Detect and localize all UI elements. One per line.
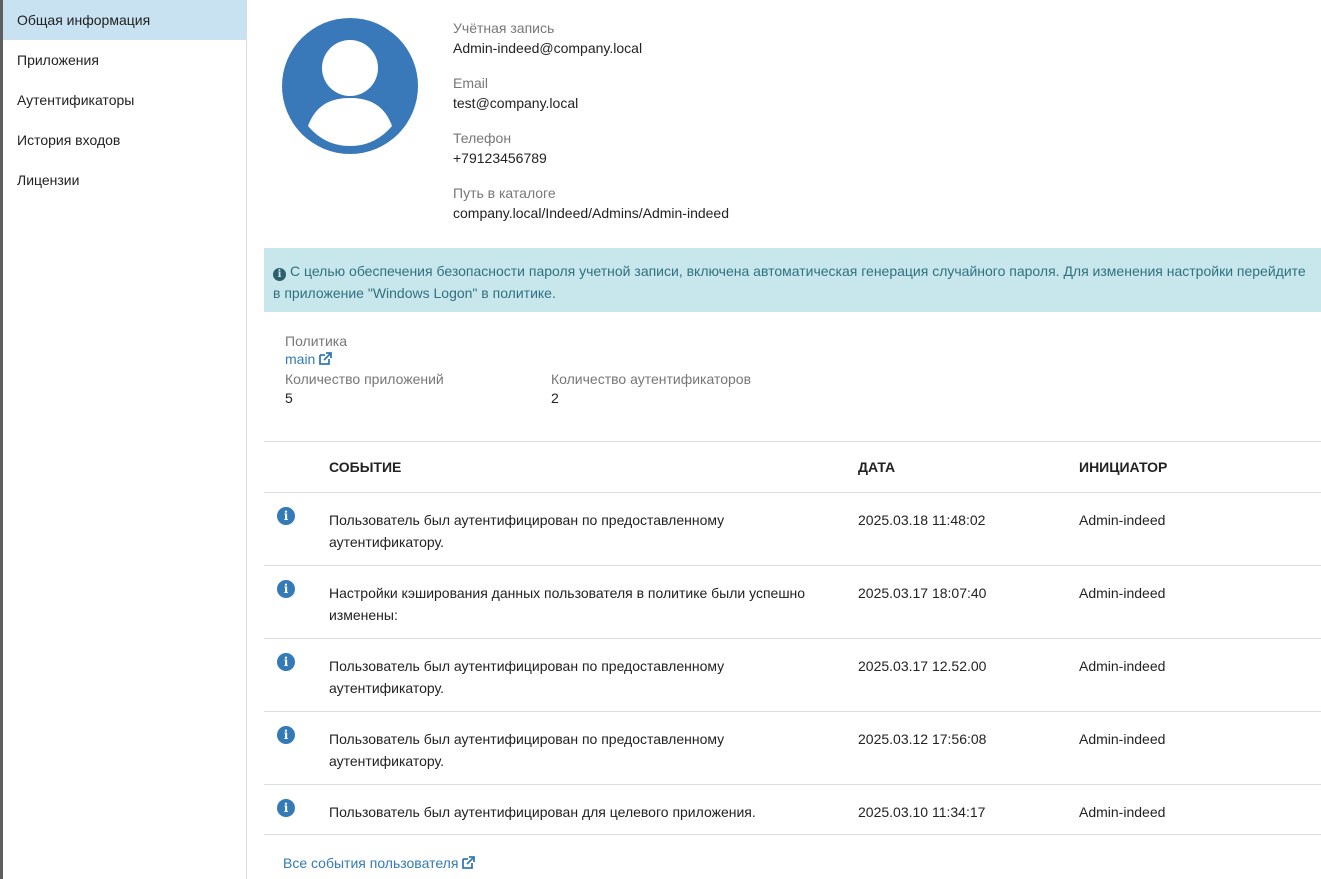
email-label: Email [453,75,489,91]
apps-count-value: 5 [285,390,293,406]
column-header-date[interactable]: ДАТА [858,459,895,475]
event-text: Пользователь был аутентифицирован для це… [329,804,756,820]
event-initiator: Admin-indeed [1079,804,1166,820]
column-header-initiator[interactable]: ИНИЦИАТОР [1079,459,1167,475]
table-row: i Пользователь был аутентифицирован по п… [264,712,1321,785]
password-info-alert: iС целью обеспечения безопасности пароля… [264,248,1321,312]
apps-count-block: Количество приложений 5 [285,370,551,408]
event-date: 2025.03.10 11:34:17 [858,804,986,820]
account-value: Admin-indeed@company.local [453,40,643,56]
event-date: 2025.03.12 17:56:08 [858,731,987,747]
external-link-icon [319,352,333,365]
policy-stats: Политика main Количество приложений 5 Ко… [285,332,985,408]
auth-count-block: Количество аутентификаторов 2 [551,370,817,408]
column-header-event[interactable]: СОБЫТИЕ [329,459,401,475]
directory-path-value: company.local/Indeed/Admins/Admin-indeed [453,205,730,221]
event-initiator: Admin-indeed [1079,512,1166,528]
user-silhouette-icon [308,40,392,146]
alert-text: С целью обеспечения безопасности пароля … [273,263,1306,301]
event-text: Пользователь был аутентифицирован по пре… [329,731,725,769]
event-text: Настройки кэширования данных пользовател… [329,585,806,623]
policy-link-text[interactable]: main [285,351,315,367]
event-date: 2025.03.17 12.52.00 [858,658,987,674]
sidebar-item-general-info[interactable]: Общая информация [3,0,246,40]
events-table: СОБЫТИЕ ДАТА ИНИЦИАТОР i Пользователь бы… [264,441,1321,835]
event-initiator: Admin-indeed [1079,585,1166,601]
event-text: Пользователь был аутентифицирован по пре… [329,658,725,696]
directory-path-label: Путь в каталоге [453,185,556,201]
phone-label: Телефон [453,130,512,146]
info-circle-icon: i [277,507,295,525]
info-circle-icon: i [277,726,295,744]
account-label: Учётная запись [453,20,555,36]
policy-label: Политика [285,333,347,349]
main-content: Учётная запись Admin-indeed@company.loca… [264,0,1321,879]
table-row: i Пользователь был аутентифицирован по п… [264,493,1321,566]
info-circle-icon: i [277,653,295,671]
sidebar-item-login-history[interactable]: История входов [3,120,246,160]
event-date: 2025.03.18 11:48:02 [858,512,986,528]
info-circle-icon: i [273,268,286,281]
info-circle-icon: i [277,580,295,598]
auth-count-label: Количество аутентификаторов [551,371,752,387]
sidebar-item-authenticators[interactable]: Аутентификаторы [3,80,246,120]
table-row: i Пользователь был аутентифицирован для … [264,785,1321,835]
phone-value: +79123456789 [453,150,547,166]
event-date: 2025.03.17 18:07:40 [858,585,987,601]
events-table-header: СОБЫТИЕ ДАТА ИНИЦИАТОР [264,442,1321,493]
sidebar-item-applications[interactable]: Приложения [3,40,246,80]
all-user-events-link-text[interactable]: Все события пользователя [283,855,458,871]
event-initiator: Admin-indeed [1079,658,1166,674]
apps-count-label: Количество приложений [285,371,444,387]
avatar [282,18,418,154]
all-user-events-link[interactable]: Все события пользователя [283,853,476,873]
table-row: i Пользователь был аутентифицирован по п… [264,639,1321,712]
sidebar: Общая информация Приложения Аутентификат… [3,0,247,879]
event-initiator: Admin-indeed [1079,731,1166,747]
info-circle-icon: i [277,799,295,817]
table-row: i Настройки кэширования данных пользоват… [264,566,1321,639]
stats-row: Количество приложений 5 Количество аутен… [285,370,985,408]
sidebar-item-licenses[interactable]: Лицензии [3,160,246,200]
profile-details: Учётная запись Admin-indeed@company.loca… [453,18,1053,238]
policy-link[interactable]: main [285,350,985,368]
external-link-icon [462,856,476,869]
event-text: Пользователь был аутентифицирован по пре… [329,512,725,550]
email-value: test@company.local [453,95,579,111]
auth-count-value: 2 [551,390,559,406]
